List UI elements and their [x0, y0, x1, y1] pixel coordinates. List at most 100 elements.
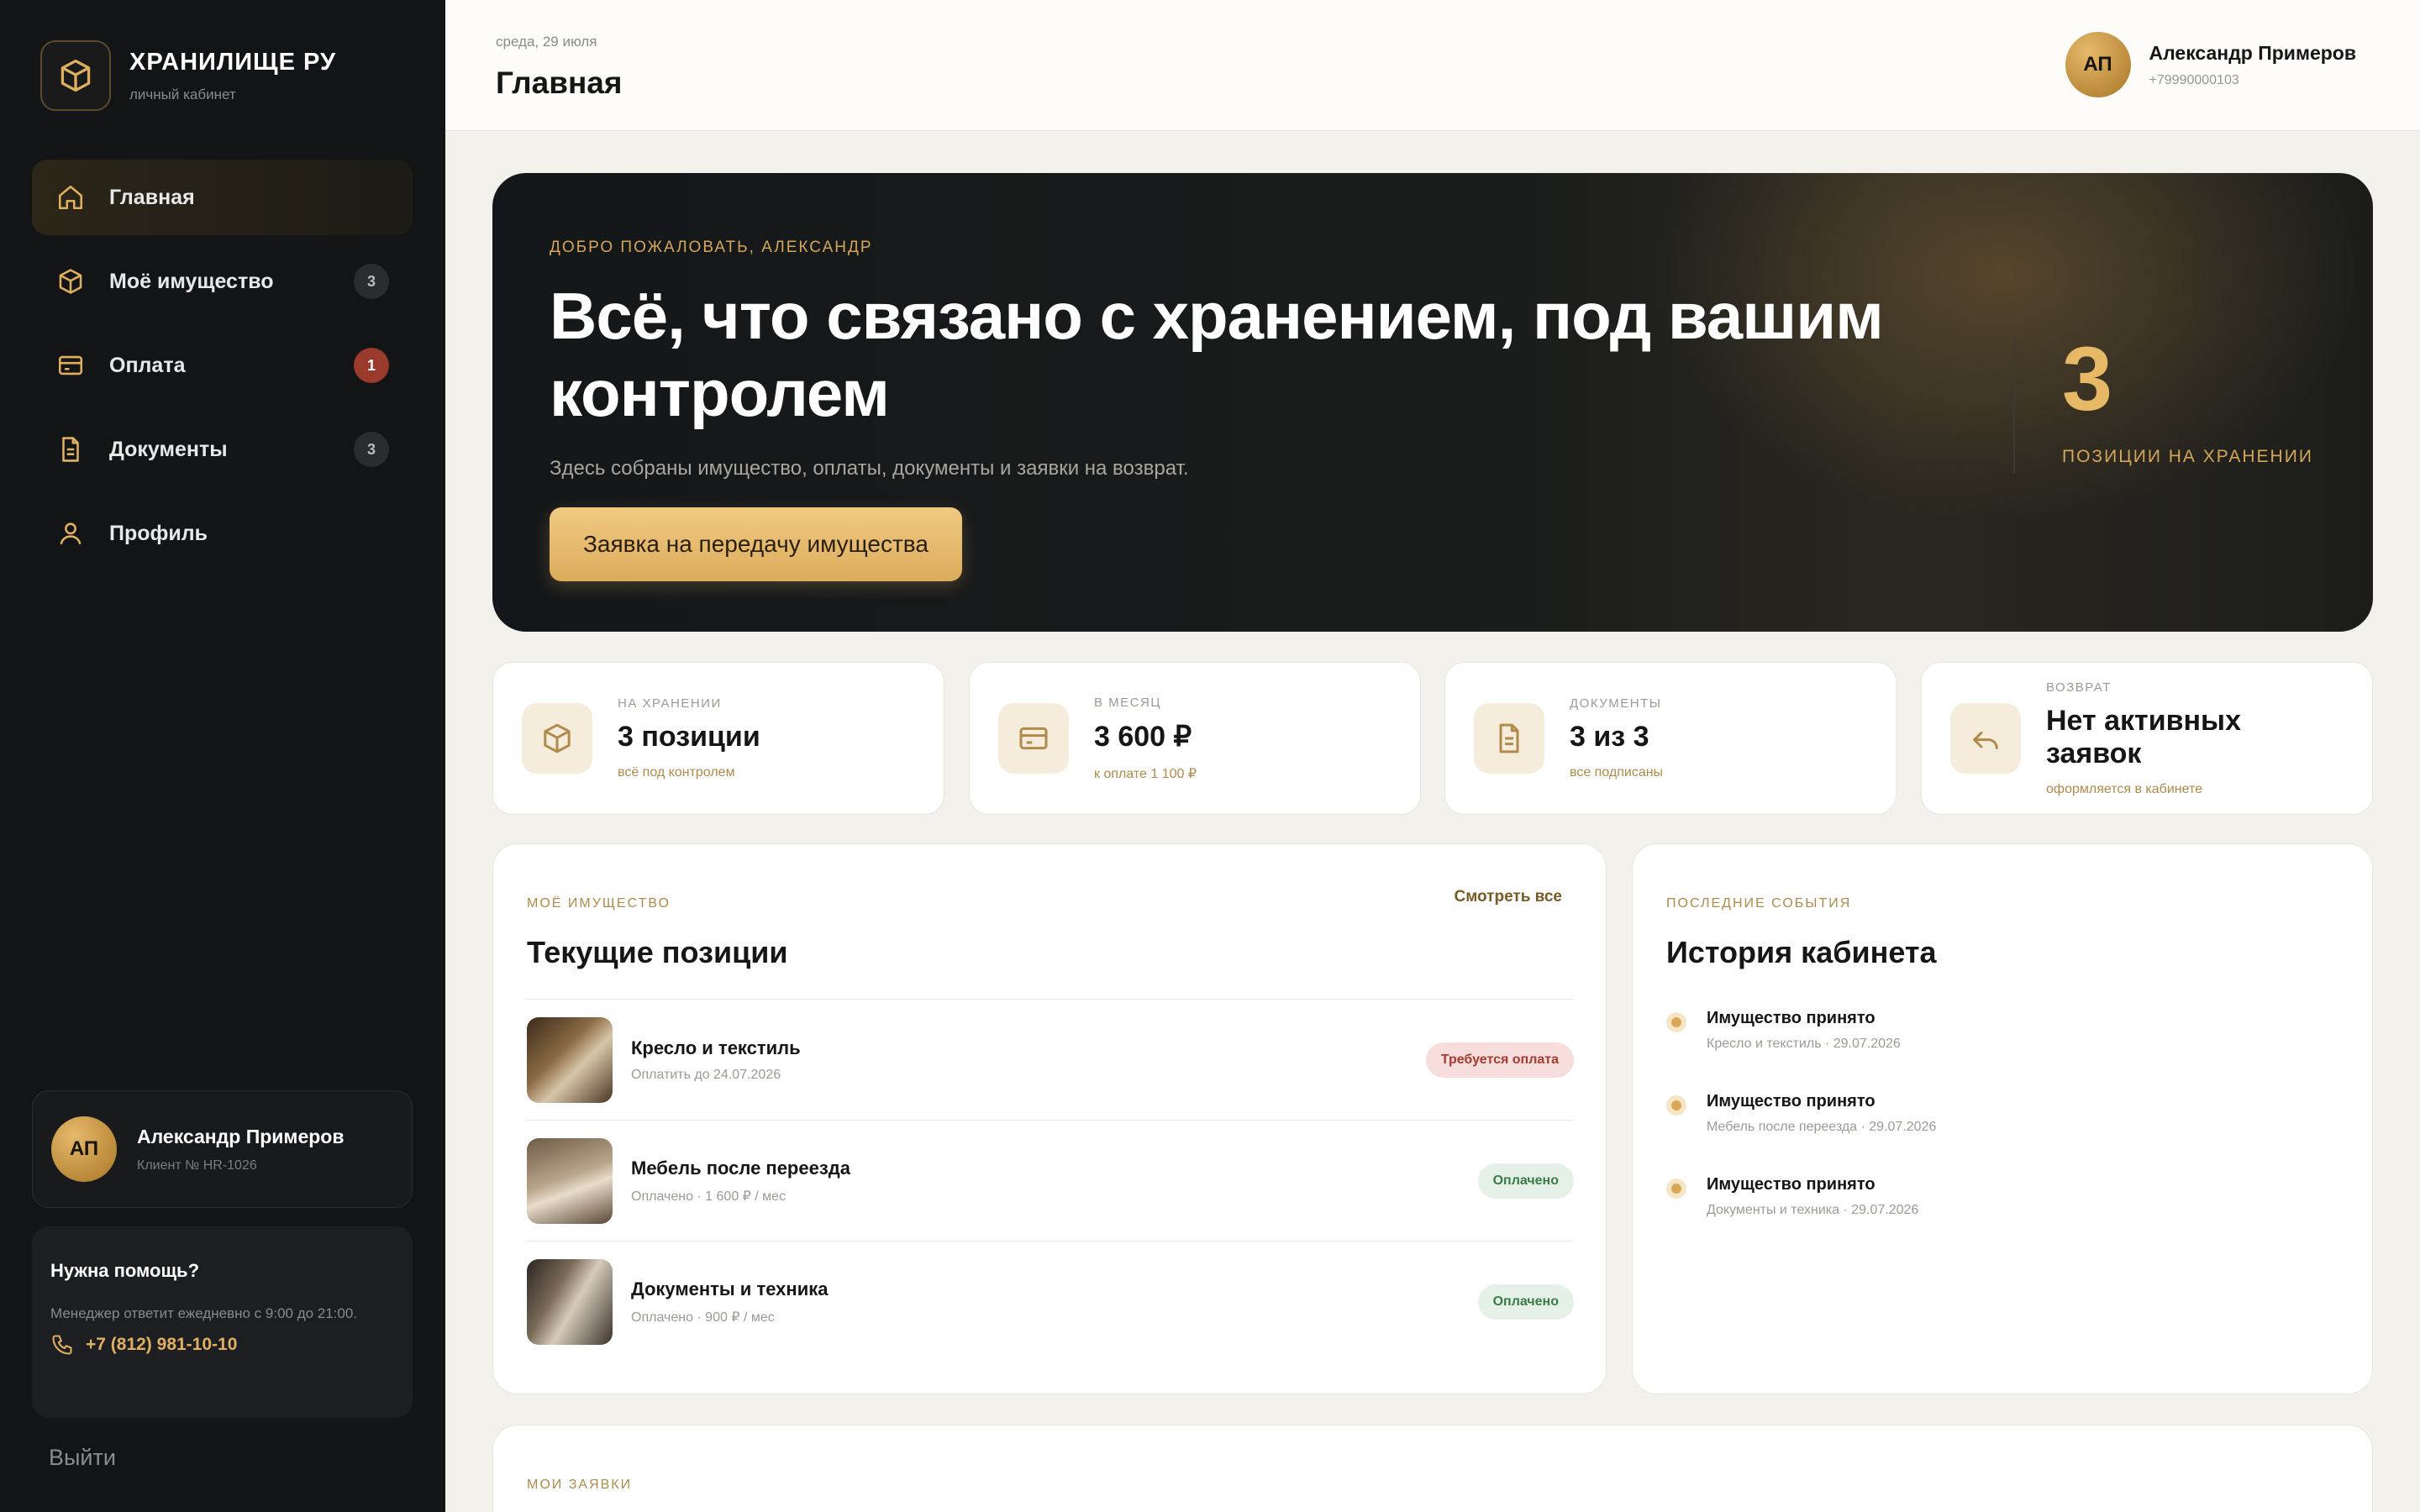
current-date: среда, 29 июля: [496, 34, 597, 50]
sidebar-item-label: Профиль: [109, 521, 208, 545]
list-item[interactable]: Мебель после переезда Оплачено · 1 600 ₽…: [527, 1121, 1574, 1242]
sidebar-item-documents[interactable]: Документы 3: [32, 412, 413, 487]
brand-title: ХРАНИЛИЩЕ РУ: [129, 48, 337, 76]
sidebar-item-payment[interactable]: Оплата 1: [32, 328, 413, 403]
stat-card-storage[interactable]: НА ХРАНЕНИИ 3 позиции всё под контролем: [492, 662, 944, 815]
document-icon: [55, 434, 86, 465]
item-meta: Оплачено · 1 600 ₽ / мес: [631, 1189, 786, 1204]
help-phone-link[interactable]: +7 (812) 981-10-10: [50, 1333, 394, 1357]
top-header: среда, 29 июля Главная АП Александр Прим…: [445, 0, 2420, 131]
item-meta: Оплатить до 24.07.2026: [631, 1067, 781, 1082]
panel-kicker: МОЁ ИМУЩЕСТВО: [527, 896, 671, 911]
stat-card-documents[interactable]: ДОКУМЕНТЫ 3 из 3 все подписаны: [1444, 662, 1897, 815]
divider: [2013, 336, 2015, 474]
brand[interactable]: ХРАНИЛИЩЕ РУ личный кабинет: [40, 40, 336, 111]
hero-title: Всё, что связано с хранением, под вашим …: [550, 279, 1884, 430]
stat-card-monthly[interactable]: В МЕСЯЦ 3 600 ₽ к оплате 1 100 ₽: [969, 662, 1421, 815]
stat-subtext: к оплате 1 100 ₽: [1094, 766, 1197, 781]
stat-value: 3 позиции: [618, 721, 760, 753]
history-panel: ПОСЛЕДНИЕ СОБЫТИЯ История кабинета Имуще…: [1632, 843, 2373, 1394]
header-user-menu[interactable]: АП Александр Примеров +79990000103: [2065, 32, 2356, 97]
help-card: Нужна помощь? Менеджер ответит ежедневно…: [32, 1226, 413, 1418]
alert-badge: 1: [354, 348, 389, 383]
help-phone: +7 (812) 981-10-10: [86, 1335, 238, 1354]
event-item: Имущество принято Мебель после переезда …: [1666, 1092, 1936, 1135]
return-arrow-icon: [1950, 703, 2021, 774]
status-badge: Оплачено: [1477, 1284, 1574, 1320]
sidebar-item-home[interactable]: Главная: [32, 160, 413, 235]
sidebar-item-label: Документы: [109, 437, 228, 461]
event-meta: Мебель после переезда · 29.07.2026: [1707, 1120, 1937, 1134]
item-photo: [527, 1137, 613, 1224]
event-title: Имущество принято: [1707, 1175, 1876, 1194]
card-icon: [55, 350, 86, 381]
phone-icon: [52, 1335, 72, 1355]
sidebar: ХРАНИЛИЩЕ РУ личный кабинет Главная Моё …: [0, 0, 445, 1512]
status-badge: Оплачено: [1477, 1163, 1574, 1199]
list-item[interactable]: Кресло и текстиль Оплатить до 24.07.2026…: [527, 1000, 1574, 1121]
event-item: Имущество принято Кресло и текстиль · 29…: [1666, 1009, 1936, 1052]
timeline-dot-icon: [1666, 1095, 1686, 1116]
timeline-dot-icon: [1666, 1012, 1686, 1032]
stat-value: 3 600 ₽: [1094, 720, 1192, 753]
help-title: Нужна помощь?: [50, 1260, 200, 1281]
user-card[interactable]: АП Александр Примеров Клиент № HR-1026: [32, 1090, 413, 1208]
timeline-dot-icon: [1666, 1179, 1686, 1199]
avatar: АП: [51, 1116, 117, 1182]
storage-count-label: ПОЗИЦИИ НА ХРАНЕНИИ: [2062, 447, 2313, 466]
welcome-hero: ДОБРО ПОЖАЛОВАТЬ, АЛЕКСАНДР Всё, что свя…: [492, 173, 2373, 632]
document-icon: [1474, 703, 1544, 774]
event-meta: Кресло и текстиль · 29.07.2026: [1707, 1037, 1901, 1051]
stat-card-return[interactable]: ВОЗВРАТ Нет активных заявок оформляется …: [1921, 662, 2373, 815]
item-photo: [527, 1259, 613, 1345]
status-badge: Требуется оплата: [1425, 1042, 1574, 1078]
box-logo-icon: [40, 40, 111, 111]
event-item: Имущество принято Документы и техника · …: [1666, 1175, 1936, 1218]
sidebar-nav: Главная Моё имущество 3 Оплата 1 Докумен…: [32, 160, 413, 580]
panel-title: История кабинета: [1666, 935, 1937, 969]
stat-kicker: НА ХРАНЕНИИ: [618, 696, 722, 711]
stat-kicker: ВОЗВРАТ: [2046, 680, 2112, 695]
transfer-request-button[interactable]: Заявка на передачу имущества: [550, 507, 962, 581]
box-icon: [55, 266, 86, 297]
count-badge: 3: [354, 432, 389, 467]
events-list: Имущество принято Кресло и текстиль · 29…: [1666, 1009, 1936, 1258]
stat-value: Нет активных заявок: [2046, 704, 2241, 769]
item-photo: [527, 1016, 613, 1103]
event-title: Имущество принято: [1707, 1009, 1876, 1027]
stat-subtext: все подписаны: [1570, 765, 1664, 780]
count-badge: 3: [354, 264, 389, 299]
items-list: Кресло и текстиль Оплатить до 24.07.2026…: [527, 999, 1574, 1362]
item-meta: Оплачено · 900 ₽ / мес: [631, 1310, 775, 1325]
home-icon: [55, 182, 86, 213]
box-icon: [522, 703, 592, 774]
requests-panel: МОИ ЗАЯВКИ: [492, 1425, 2373, 1512]
sidebar-item-profile[interactable]: Профиль: [32, 496, 413, 571]
view-all-link[interactable]: Смотреть все: [1455, 888, 1563, 906]
item-name: Мебель после переезда: [631, 1157, 850, 1179]
user-phone: +79990000103: [2149, 72, 2239, 87]
current-items-panel: МОЁ ИМУЩЕСТВО Текущие позиции Смотреть в…: [492, 843, 1607, 1394]
logout-link[interactable]: Выйти: [49, 1445, 116, 1471]
avatar: АП: [2065, 32, 2131, 97]
sidebar-item-label: Главная: [109, 185, 195, 209]
list-item[interactable]: Документы и техника Оплачено · 900 ₽ / м…: [527, 1242, 1574, 1362]
storage-count: 3: [2062, 328, 2113, 429]
item-name: Кресло и текстиль: [631, 1037, 801, 1058]
panel-kicker: МОИ ЗАЯВКИ: [527, 1478, 633, 1492]
hero-subtitle: Здесь собраны имущество, оплаты, докумен…: [550, 457, 1189, 480]
user-icon: [55, 518, 86, 549]
user-name: Александр Примеров: [2149, 41, 2356, 64]
event-meta: Документы и техника · 29.07.2026: [1707, 1203, 1919, 1217]
event-title: Имущество принято: [1707, 1092, 1876, 1110]
sidebar-item-label: Моё имущество: [109, 269, 274, 293]
stat-kicker: ДОКУМЕНТЫ: [1570, 696, 1662, 711]
sidebar-item-property[interactable]: Моё имущество 3: [32, 244, 413, 319]
panel-kicker: ПОСЛЕДНИЕ СОБЫТИЯ: [1666, 896, 1852, 911]
sidebar-item-label: Оплата: [109, 353, 186, 377]
item-name: Документы и техника: [631, 1278, 829, 1299]
page-title: Главная: [496, 66, 623, 100]
client-id: Клиент № HR-1026: [137, 1158, 257, 1173]
panel-title: Текущие позиции: [527, 935, 788, 969]
card-icon: [998, 703, 1069, 774]
